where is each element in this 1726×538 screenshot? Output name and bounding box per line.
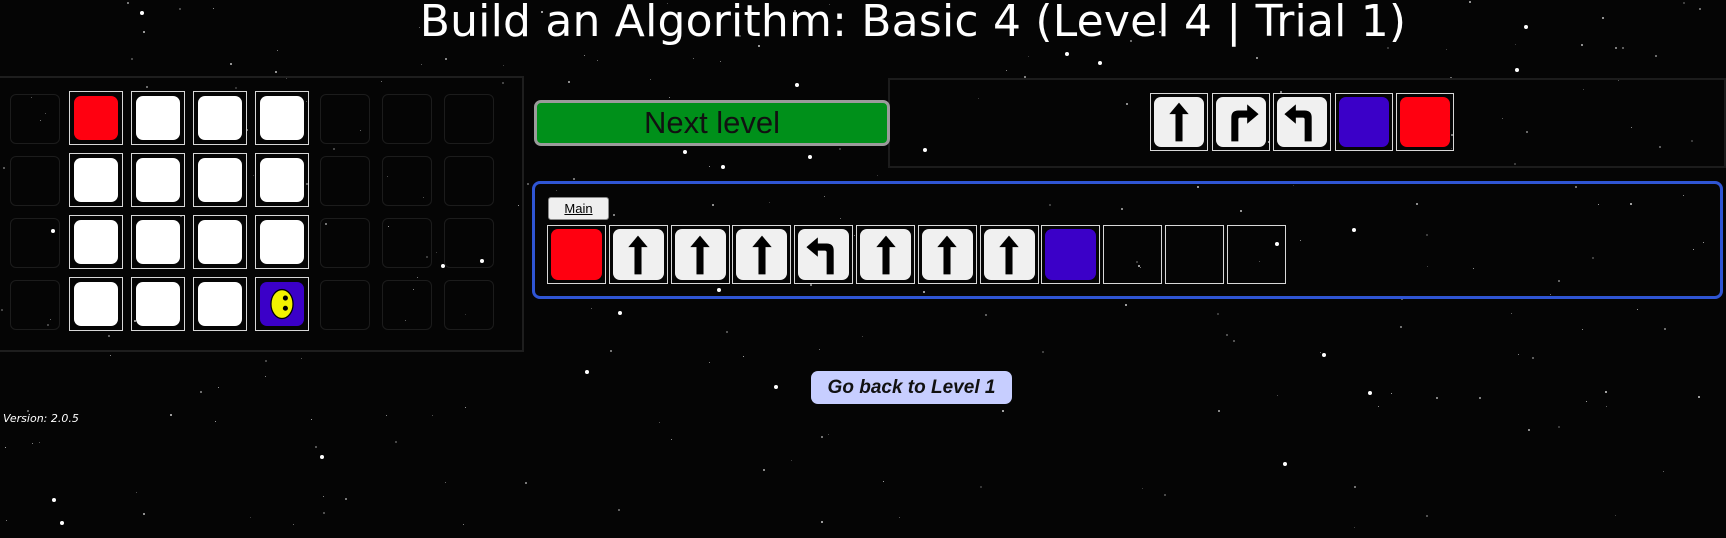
board-tile-white <box>260 96 304 140</box>
red-paint-icon <box>551 229 602 280</box>
board-cell-white <box>69 153 123 207</box>
program-slot-forward-arrow[interactable] <box>917 225 977 284</box>
turn-right-arrow-icon <box>1215 97 1266 147</box>
board-cell-white <box>131 91 185 145</box>
board-cell-white <box>193 215 247 269</box>
board-cell-empty <box>320 218 370 268</box>
program-slot-forward-arrow[interactable] <box>670 225 730 284</box>
board-cell-empty <box>382 218 432 268</box>
red-paint-icon <box>1400 97 1450 147</box>
board-cell-empty <box>444 94 494 144</box>
board-cell-empty <box>10 218 60 268</box>
board-tile-white <box>260 220 304 264</box>
board-cell-empty <box>444 280 494 330</box>
palette-tool-red-paint[interactable] <box>1396 93 1454 151</box>
forward-arrow-icon <box>921 229 973 280</box>
board-cell-empty <box>382 156 432 206</box>
page-title: Build an Algorithm: Basic 4 (Level 4 | T… <box>419 0 1407 47</box>
forward-arrow-icon <box>983 229 1035 280</box>
version-label: Version: 2.0.5 <box>3 412 79 425</box>
board-tile-white <box>136 282 180 326</box>
program-slot-empty[interactable] <box>1103 225 1163 284</box>
program-slot-turn-left-arrow[interactable] <box>794 225 854 284</box>
program-slot-forward-arrow[interactable] <box>856 225 915 284</box>
board-tile-white <box>198 158 242 202</box>
board-cell-empty <box>382 94 432 144</box>
forward-arrow-icon <box>736 229 788 280</box>
board-tile-white <box>198 96 242 140</box>
go-back-button[interactable]: Go back to Level 1 <box>811 371 1012 404</box>
board-cell-white <box>193 91 247 145</box>
palette-tool-blue-paint[interactable] <box>1334 93 1393 151</box>
robot-face-icon <box>260 282 304 326</box>
turn-left-arrow-icon <box>1277 97 1327 147</box>
board-tile-white <box>198 220 242 264</box>
program-slot-forward-arrow[interactable] <box>608 225 668 284</box>
board-cell-white <box>69 215 123 269</box>
board-cell-empty <box>320 156 370 206</box>
palette-tool-turn-left-arrow[interactable] <box>1273 93 1331 151</box>
blue-paint-icon <box>1338 97 1389 147</box>
board-cell-empty <box>444 218 494 268</box>
forward-arrow-icon <box>612 229 664 280</box>
board-tile-white <box>136 220 180 264</box>
board-tile-white <box>198 282 242 326</box>
board-cell-empty <box>444 156 494 206</box>
board-tile-red <box>74 96 118 140</box>
board-cell-white <box>255 215 309 269</box>
board-cell-robot <box>255 277 309 331</box>
next-level-button[interactable]: Next level <box>534 100 890 146</box>
board-cell-white <box>255 91 309 145</box>
board-tile-white <box>136 96 180 140</box>
board-tile-white <box>260 158 304 202</box>
board-cell-red <box>69 91 123 145</box>
program-slot-empty[interactable] <box>1165 225 1224 284</box>
board-tile-white <box>136 158 180 202</box>
board-cell-empty <box>320 94 370 144</box>
program-slot-forward-arrow[interactable] <box>732 225 792 284</box>
board-cell-white <box>255 153 309 207</box>
board-tile-white <box>74 282 118 326</box>
palette-tool-forward-arrow[interactable] <box>1150 93 1208 151</box>
board-tile-white <box>74 158 118 202</box>
board-cell-white <box>193 277 247 331</box>
forward-arrow-icon <box>1154 97 1204 147</box>
game-board <box>0 76 524 352</box>
board-cell-empty <box>10 280 60 330</box>
blue-paint-icon <box>1045 229 1097 280</box>
board-cell-white <box>131 215 185 269</box>
board-cell-white <box>131 153 185 207</box>
program-slot-red-paint[interactable] <box>547 225 606 284</box>
board-tile-white <box>74 220 118 264</box>
palette-tool-turn-right-arrow[interactable] <box>1211 93 1270 151</box>
board-cell-empty <box>320 280 370 330</box>
board-cell-white <box>131 277 185 331</box>
forward-arrow-icon <box>860 229 911 280</box>
board-cell-empty <box>382 280 432 330</box>
board-cell-white <box>69 277 123 331</box>
turn-left-arrow-icon <box>798 229 850 280</box>
board-cell-empty <box>10 156 60 206</box>
program-slot-blue-paint[interactable] <box>1041 225 1101 284</box>
forward-arrow-icon <box>674 229 726 280</box>
program-slot-forward-arrow[interactable] <box>979 225 1039 284</box>
board-cell-white <box>193 153 247 207</box>
board-cell-empty <box>10 94 60 144</box>
program-slot-empty[interactable] <box>1226 225 1286 284</box>
main-tab[interactable]: Main <box>548 197 609 220</box>
